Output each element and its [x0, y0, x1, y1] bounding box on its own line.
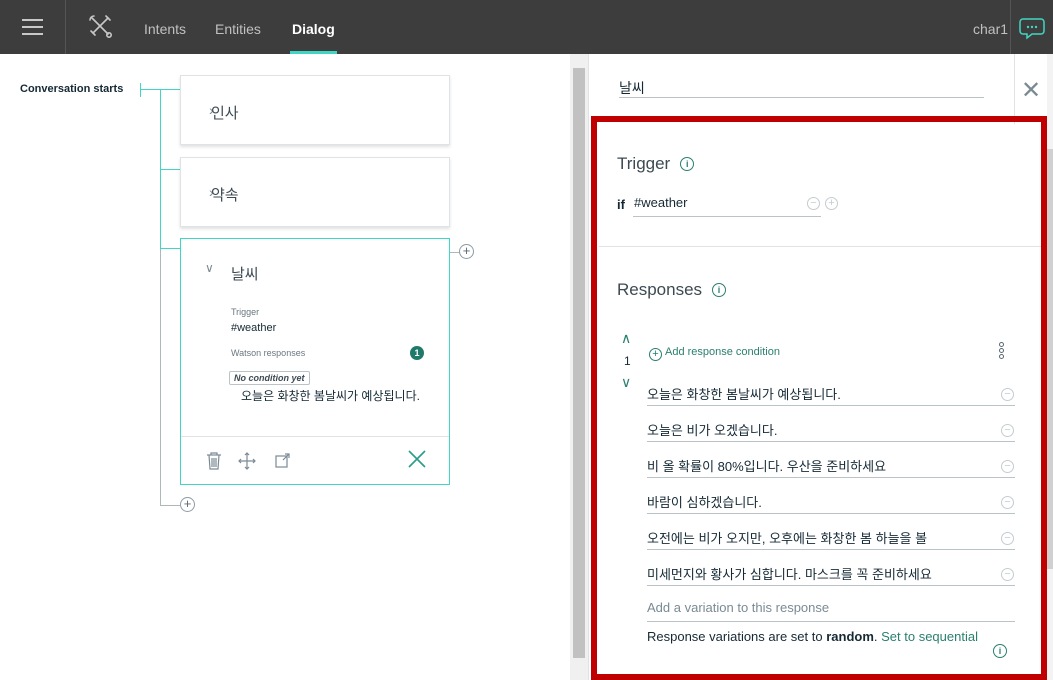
- node-title: 날씨: [231, 266, 259, 283]
- add-response-condition-button[interactable]: + Add response condition: [649, 346, 780, 361]
- plus-circle-icon[interactable]: +: [825, 197, 838, 210]
- tools-icon[interactable]: [66, 0, 134, 54]
- trigger-value: #weather: [231, 322, 277, 334]
- arrow-up-icon[interactable]: ∧: [621, 330, 631, 347]
- panel-scrollbar[interactable]: [1047, 54, 1053, 680]
- plus-circle-icon: +: [649, 348, 662, 361]
- node-title: 약속: [211, 187, 239, 204]
- tab-entities[interactable]: Entities: [215, 0, 261, 54]
- responses-label: Watson responses: [231, 348, 306, 358]
- scrollbar-thumb[interactable]: [573, 68, 585, 658]
- arrow-down-icon[interactable]: ∨: [621, 374, 631, 391]
- conversation-starts-label: Conversation starts: [20, 83, 124, 95]
- hamburger-icon[interactable]: [0, 0, 66, 54]
- app: Intents Entities Dialog char1 Conversati…: [0, 0, 1053, 680]
- trigger-section-title: Trigger i: [617, 154, 695, 174]
- jump-to-icon[interactable]: [273, 451, 293, 476]
- variation-mode-text: Response variations are set to random. S…: [647, 629, 978, 644]
- response-variation-input[interactable]: 오전에는 비가 오지만, 오후에는 화창한 봄 하늘을 볼: [647, 524, 1015, 550]
- no-condition-tag: No condition yet: [229, 371, 310, 385]
- response-preview: 오늘은 화창한 봄날씨가 예상됩니다.: [241, 389, 420, 403]
- node-toolbar: [181, 436, 449, 484]
- minus-circle-icon[interactable]: −: [1001, 460, 1014, 473]
- response-variation-input[interactable]: 오늘은 비가 오겠습니다.: [647, 416, 1015, 442]
- connector: [160, 169, 180, 170]
- set-to-sequential-link[interactable]: Set to sequential: [881, 629, 978, 644]
- response-variation-input[interactable]: 비 올 확률이 80%입니다. 우산을 준비하세요: [647, 452, 1015, 478]
- response-variation-input[interactable]: 오늘은 화창한 봄날씨가 예상됩니다.: [647, 380, 1015, 406]
- user-name[interactable]: char1: [973, 0, 1008, 54]
- connector: [160, 505, 180, 506]
- trash-icon[interactable]: [205, 451, 223, 476]
- trigger-label: Trigger: [231, 307, 260, 317]
- tab-dialog[interactable]: Dialog: [290, 0, 337, 54]
- response-variation-input[interactable]: 바람이 심하겠습니다.: [647, 488, 1015, 514]
- add-node-icon[interactable]: +: [180, 497, 195, 512]
- condition-number: 1: [624, 354, 631, 368]
- response-variation-input[interactable]: 미세먼지와 황사가 심합니다. 마스크를 꼭 준비하세요: [647, 560, 1015, 586]
- minus-circle-icon[interactable]: −: [1001, 496, 1014, 509]
- minus-circle-icon[interactable]: −: [1001, 424, 1014, 437]
- node-name-input[interactable]: 날씨: [619, 78, 984, 98]
- divider: [599, 246, 1053, 247]
- canvas-scrollbar[interactable]: [570, 54, 588, 680]
- add-variation-input[interactable]: Add a variation to this response: [647, 596, 1015, 622]
- minus-circle-icon[interactable]: −: [1001, 568, 1014, 581]
- close-icon[interactable]: [406, 448, 428, 475]
- tab-intents[interactable]: Intents: [144, 0, 186, 54]
- divider: [1014, 54, 1015, 124]
- minus-circle-icon[interactable]: −: [1001, 532, 1014, 545]
- trigger-condition-input[interactable]: #weather: [633, 195, 821, 217]
- connector: [160, 249, 161, 505]
- chat-icon[interactable]: [1010, 0, 1053, 54]
- if-label: if: [617, 197, 625, 212]
- minus-circle-icon[interactable]: −: [1001, 388, 1014, 401]
- node-editor-panel: 날씨 ✕ Trigger i if #weather − + Responses i…: [588, 54, 1053, 680]
- connector: [160, 248, 180, 249]
- responses-section-title: Responses i: [617, 280, 727, 300]
- chevron-down-icon[interactable]: ∨: [205, 261, 214, 275]
- add-node-below-icon[interactable]: +: [459, 244, 474, 259]
- info-icon[interactable]: i: [712, 283, 727, 297]
- dialog-node-appointment[interactable]: › 약속: [180, 157, 450, 227]
- dialog-canvas: Conversation starts › 인사 › 약속 ∨ 날씨 Trigg…: [0, 54, 588, 680]
- kebab-icon[interactable]: [999, 342, 1005, 360]
- info-icon[interactable]: i: [993, 644, 1007, 658]
- connector: [140, 83, 141, 97]
- dialog-node-weather[interactable]: ∨ 날씨 Trigger #weather Watson responses 1…: [180, 238, 450, 485]
- info-icon[interactable]: i: [680, 157, 695, 171]
- minus-circle-icon[interactable]: −: [807, 197, 820, 210]
- responses-count-badge: 1: [410, 346, 424, 360]
- top-bar: Intents Entities Dialog char1: [0, 0, 1053, 54]
- node-title: 인사: [211, 105, 239, 122]
- scrollbar-thumb[interactable]: [1047, 149, 1053, 569]
- close-panel-icon[interactable]: ✕: [1021, 76, 1041, 105]
- move-icon[interactable]: [237, 451, 257, 476]
- dialog-node-greeting[interactable]: › 인사: [180, 75, 450, 145]
- variation-mode: random: [826, 629, 874, 644]
